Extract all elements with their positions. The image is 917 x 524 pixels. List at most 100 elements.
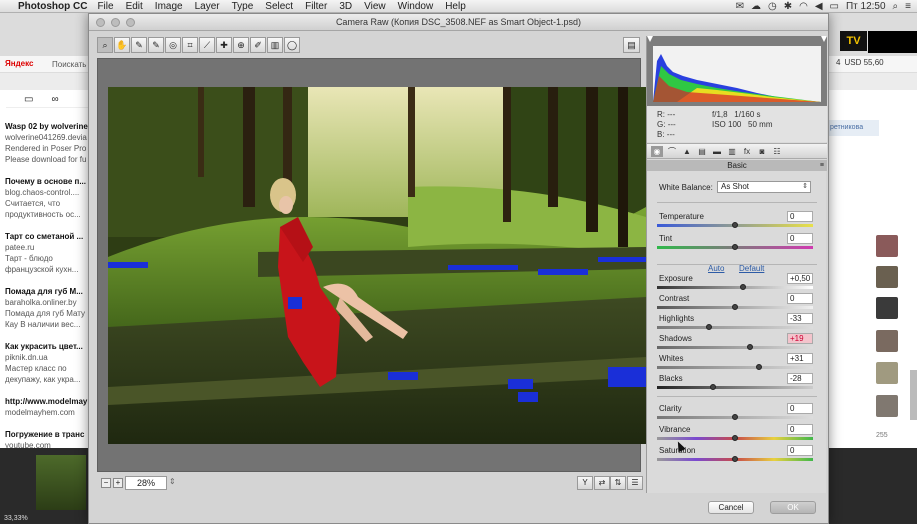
search-icon[interactable]: ⌕ [893,1,899,12]
yandex-link[interactable]: Яндекс [5,59,33,68]
crop-tool-icon[interactable]: ⌗ [182,37,198,53]
wifi-icon[interactable]: ◠ [799,1,808,12]
highlights-slider-thumb[interactable] [706,324,713,330]
vibrance-slider-thumb[interactable] [732,435,738,441]
preferences-icon[interactable]: ▤ [623,37,640,53]
shadows-slider[interactable] [657,346,813,349]
lens-tab-icon[interactable]: ▥ [726,146,738,157]
default-link[interactable]: Default [739,264,764,273]
tint-value[interactable]: 0 [787,233,813,244]
graduated-filter-icon[interactable]: ▥ [267,37,283,53]
avatar[interactable] [876,235,898,257]
menu-type[interactable]: Type [232,1,254,12]
saturation-value[interactable]: 0 [787,445,813,456]
hsl-tab-icon[interactable]: ▤ [696,146,708,157]
tint-slider-thumb[interactable] [732,244,738,250]
color-sampler-icon[interactable]: ✎ [148,37,164,53]
camera-calibration-tab-icon[interactable]: ◙ [756,146,768,157]
search-link[interactable]: Поискать [52,60,86,69]
white-balance-tool-icon[interactable]: ✎ [131,37,147,53]
whites-slider-thumb[interactable] [756,364,763,370]
zoom-out-button[interactable]: − [101,478,111,488]
thumbnail[interactable] [36,455,86,510]
exposure-value[interactable]: +0,50 [787,273,813,284]
app-menu[interactable]: Photoshop CC [18,1,87,12]
detail-tab-icon[interactable]: ▲ [681,146,693,157]
clarity-slider-thumb[interactable] [732,414,738,420]
whites-value[interactable]: +31 [787,353,813,364]
menu-layer[interactable]: Layer [195,1,220,12]
zoom-level[interactable]: 28% [125,476,167,490]
scrollbar[interactable] [910,370,917,420]
zoom-in-button[interactable]: + [113,478,123,488]
exposure-slider[interactable] [657,286,813,289]
whites-slider[interactable] [657,366,813,369]
battery-icon[interactable]: ▭ [830,1,839,12]
shadows-slider-thumb[interactable] [746,344,753,350]
menu-list-icon[interactable]: ≡ [905,1,911,12]
split-toning-tab-icon[interactable]: ▬ [711,146,723,157]
highlights-value[interactable]: -33 [787,313,813,324]
saturation-slider-thumb[interactable] [732,456,738,462]
exposure-slider-thumb[interactable] [739,284,746,290]
auto-link[interactable]: Auto [708,264,724,273]
cloud-icon[interactable]: ☁ [751,1,761,12]
avatar[interactable] [876,330,898,352]
chevron-down-icon[interactable]: ⇕ [169,477,176,486]
red-eye-icon[interactable]: ⊕ [233,37,249,53]
contrast-slider-thumb[interactable] [732,304,738,310]
menu-file[interactable]: File [97,1,113,12]
straighten-tool-icon[interactable]: ⟋ [199,37,215,53]
shadows-value[interactable]: +19 [787,333,813,344]
book-icon[interactable]: ▭ [24,94,33,107]
blacks-value[interactable]: -28 [787,373,813,384]
temperature-value[interactable]: 0 [787,211,813,222]
highlights-slider[interactable] [657,326,813,329]
blacks-slider[interactable] [657,386,813,389]
avatar[interactable] [876,266,898,288]
contrast-value[interactable]: 0 [787,293,813,304]
ok-button[interactable]: OK [770,501,816,514]
vibrance-value[interactable]: 0 [787,424,813,435]
radial-filter-icon[interactable]: ◯ [284,37,300,53]
feed-item-title[interactable]: Погружение в транс [5,429,90,440]
before-after-icon[interactable]: Y [577,476,593,490]
menu-filter[interactable]: Filter [305,1,327,12]
timer-icon[interactable]: ◷ [768,1,777,12]
cancel-button[interactable]: Cancel [708,501,754,514]
menu-help[interactable]: Help [445,1,466,12]
menu-view[interactable]: View [364,1,386,12]
swap-icon[interactable]: ⇄ [594,476,610,490]
image-preview[interactable] [97,58,646,472]
panel-menu-icon[interactable]: ≡ [820,160,824,171]
menu-select[interactable]: Select [265,1,293,12]
clarity-value[interactable]: 0 [787,403,813,414]
tone-curve-tab-icon[interactable]: ⌒ [666,146,678,157]
glasses-icon[interactable]: ∞ [51,94,58,107]
feed-item-title[interactable]: Как украсить цвет... [5,341,90,352]
spot-removal-icon[interactable]: ✚ [216,37,232,53]
basic-tab-icon[interactable]: ◉ [651,145,663,157]
effects-tab-icon[interactable]: fx [741,146,753,157]
hand-tool-icon[interactable]: ✋ [114,37,130,53]
avatar[interactable] [876,395,898,417]
targeted-adjustment-icon[interactable]: ◎ [165,37,181,53]
photo-preview[interactable] [108,87,646,444]
toggle-view-icon[interactable]: ☰ [627,476,643,490]
feed-item-title[interactable]: Тарт со сметаной ... [5,231,90,242]
bluetooth-icon[interactable]: ✱ [784,1,792,12]
zoom-tool-icon[interactable]: ⌕ [97,37,113,53]
menu-3d[interactable]: 3D [339,1,352,12]
menu-image[interactable]: Image [155,1,183,12]
feed-item-title[interactable]: Почему в основе п... [5,176,90,187]
menu-window[interactable]: Window [398,1,434,12]
feed-item-title[interactable]: Помада для губ М... [5,286,90,297]
avatar[interactable] [876,297,898,319]
menu-edit[interactable]: Edit [126,1,143,12]
white-balance-select[interactable]: As Shot ⇕ [717,181,811,193]
blacks-slider-thumb[interactable] [710,384,717,390]
adjustment-brush-icon[interactable]: ✐ [250,37,266,53]
mail-icon[interactable]: ✉ [736,1,744,12]
presets-tab-icon[interactable]: ☷ [771,146,783,157]
feed-item-title[interactable]: http://www.modelmay [5,396,90,407]
